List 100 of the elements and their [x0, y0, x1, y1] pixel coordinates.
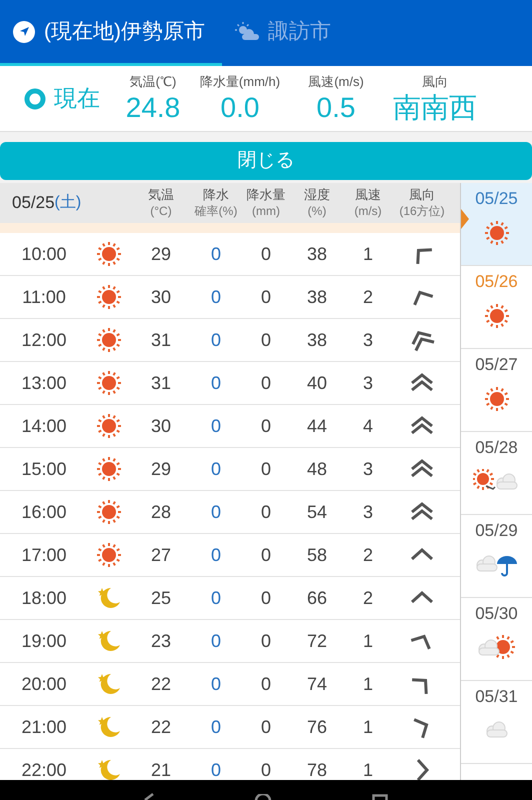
day-date: 05/25	[475, 188, 518, 210]
precipitation-cell-text: 0	[260, 586, 272, 610]
reading-value: 0.0	[220, 91, 260, 126]
precipitation-cell-text: 0	[260, 716, 272, 738]
humidity-cell-text: 58	[306, 544, 328, 566]
wind-speed-cell-text: 2	[362, 286, 374, 308]
precipitation-cell-text: 0	[260, 328, 272, 352]
temperature-cell-text: 27	[150, 544, 172, 566]
column-header: 降水量	[246, 186, 286, 203]
probability-cell-text: 0	[210, 286, 222, 308]
reading-label: 風向	[422, 72, 448, 91]
column-header: 風向	[409, 186, 435, 203]
reading-label: 気温(℃)	[130, 72, 176, 91]
reading-label: 風速(m/s)	[308, 72, 364, 91]
time-cell-text: 17:00	[20, 544, 68, 566]
probability-cell-text: 0	[210, 328, 222, 352]
temperature-cell-text: 31	[150, 372, 172, 394]
time-cell-text: 10:00	[20, 242, 68, 266]
day-date: 05/31	[475, 686, 518, 708]
probability-cell-text: 0	[210, 458, 222, 480]
temperature-cell-text: 30	[150, 414, 172, 438]
wind-speed-cell-text: 3	[362, 500, 374, 524]
column-unit: (°C)	[150, 203, 172, 220]
column-unit: (16方位)	[399, 203, 445, 220]
wind-speed-cell-text: 3	[362, 328, 374, 352]
time-cell-text: 13:00	[20, 372, 68, 394]
reading-value: 南南西	[393, 91, 477, 126]
day-date: 05/28	[475, 437, 518, 459]
humidity-cell-text: 66	[306, 586, 328, 610]
day-date: 05/30	[475, 603, 518, 625]
probability-cell-text: 0	[210, 716, 222, 738]
time-cell-text: 19:00	[20, 630, 68, 652]
date-label: 05/25	[12, 192, 55, 214]
precipitation-cell-text: 0	[260, 758, 272, 780]
day-date: 05/29	[475, 520, 518, 542]
temperature-cell-text: 31	[150, 328, 172, 352]
precipitation-cell-text: 0	[260, 672, 272, 696]
precipitation-cell-text: 0	[260, 630, 272, 652]
selection-marker-icon	[461, 209, 469, 229]
column-header: 風速	[355, 186, 381, 203]
humidity-cell-text: 38	[306, 242, 328, 266]
temperature-cell-text: 21	[150, 758, 172, 780]
wind-speed-cell-text: 1	[362, 758, 374, 780]
temperature-cell-text: 28	[150, 500, 172, 524]
probability-cell-text: 0	[210, 414, 222, 438]
column-header: 湿度	[304, 186, 330, 203]
temperature-cell-text: 25	[150, 586, 172, 610]
day-date: 05/26	[475, 271, 518, 293]
humidity-cell-text: 54	[306, 500, 328, 524]
time-cell-text: 15:00	[20, 458, 68, 480]
time-cell-text: 16:00	[20, 500, 68, 524]
wind-speed-cell-text: 2	[362, 544, 374, 566]
temperature-cell-text: 22	[150, 716, 172, 738]
day-item[interactable]: 05/25	[461, 183, 532, 266]
sun-cloud-icon	[234, 20, 260, 42]
recent-apps-icon	[372, 794, 388, 800]
temperature-cell-text: 23	[150, 630, 172, 652]
wind-speed-cell-text: 3	[362, 458, 374, 480]
wind-speed-cell-text: 2	[362, 586, 374, 610]
time-cell-text: 18:00	[20, 586, 68, 610]
humidity-cell-text: 40	[306, 372, 328, 394]
wind-speed-cell-text: 1	[362, 672, 374, 696]
radio-ring-icon	[24, 88, 46, 110]
humidity-cell-text: 48	[306, 458, 328, 480]
temperature-cell-text: 22	[150, 672, 172, 696]
wind-speed-cell-text: 4	[362, 414, 374, 438]
precipitation-cell-text: 0	[260, 372, 272, 394]
probability-cell-text: 0	[210, 758, 222, 780]
humidity-cell-text: 74	[306, 672, 328, 696]
back-icon	[144, 793, 154, 800]
humidity-cell-text: 76	[306, 716, 328, 738]
probability-cell-text: 0	[210, 586, 222, 610]
precipitation-cell-text: 0	[260, 242, 272, 266]
time-cell-text: 12:00	[20, 328, 68, 352]
wind-speed-cell-text: 1	[362, 716, 374, 738]
column-header: 降水	[203, 186, 229, 203]
humidity-cell-text: 38	[306, 328, 328, 352]
time-cell-text: 21:00	[20, 716, 68, 738]
column-unit: (%)	[308, 203, 326, 220]
wind-speed-cell-text: 1	[362, 630, 374, 652]
time-cell-text: 20:00	[20, 672, 68, 696]
probability-cell-text: 0	[210, 372, 222, 394]
temperature-cell-text: 30	[150, 286, 172, 308]
humidity-cell-text: 72	[306, 630, 328, 652]
reading-label: 降水量(mm/h)	[200, 72, 280, 91]
day-date: 05/27	[475, 354, 518, 376]
humidity-cell-text: 78	[306, 758, 328, 780]
home-icon	[254, 794, 272, 800]
precipitation-cell-text: 0	[260, 544, 272, 566]
column-unit: (m/s)	[354, 203, 382, 220]
time-cell-text: 22:00	[20, 758, 68, 780]
current-label: 現在	[54, 84, 100, 114]
column-unit: (mm)	[252, 203, 280, 220]
column-unit: 確率(%)	[194, 203, 238, 220]
reading-value: 0.5	[316, 91, 356, 126]
wind-speed-cell-text: 3	[362, 372, 374, 394]
wind-speed-cell-text: 1	[362, 242, 374, 266]
column-header: 気温	[148, 186, 174, 203]
probability-cell-text: 0	[210, 500, 222, 524]
temperature-cell-text: 29	[150, 242, 172, 266]
